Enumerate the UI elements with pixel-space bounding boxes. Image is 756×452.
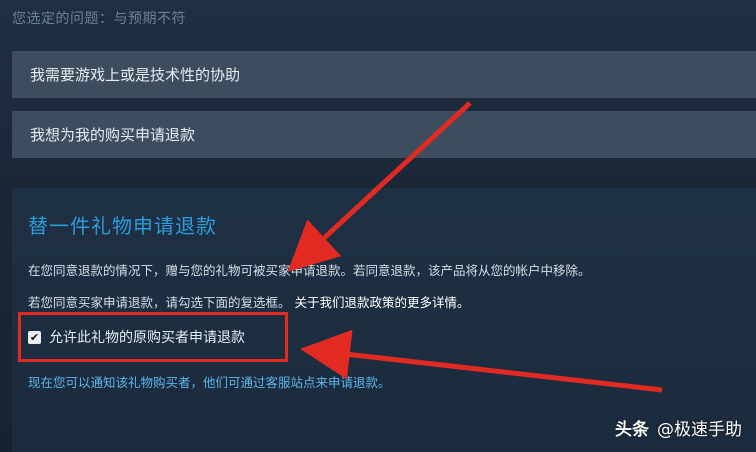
watermark: 头条 @极速手助 [615, 415, 742, 440]
watermark-source: 头条 [615, 420, 649, 440]
watermark-author: @极速手助 [657, 420, 742, 440]
annotation-arrows [287, 101, 663, 393]
annotation-arrow-lower [300, 329, 663, 393]
annotation-arrow-upper [287, 101, 472, 272]
